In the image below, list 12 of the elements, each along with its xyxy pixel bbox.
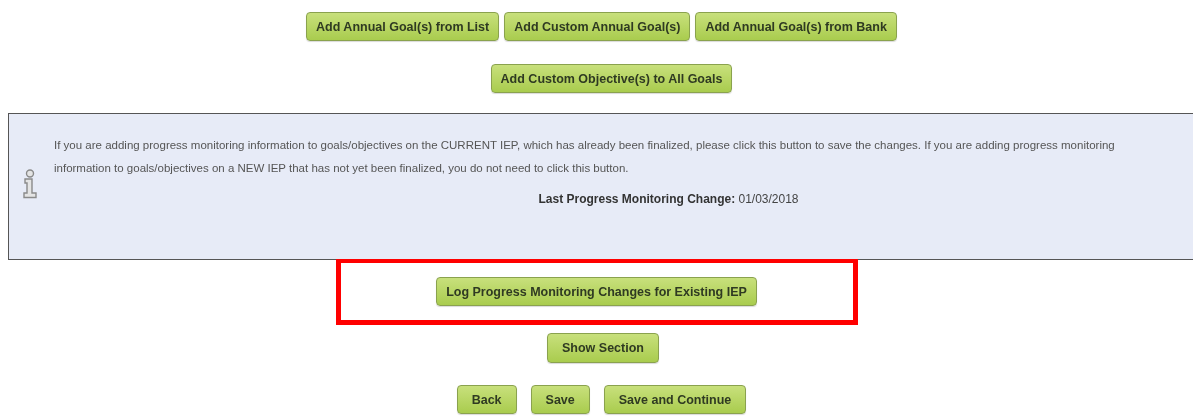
add-goal-button[interactable]: Add Annual Goal(s) from List	[306, 12, 500, 41]
info-message: If you are adding progress monitoring information to goals/objectives on the CURRENT IEP, which has already been finalized, please click this button to save the changes. If you are adding progress monitoring information to goals/objectives on a NEW IEP that has not yet been finalized, you do not need to click this button.	[54, 138, 1116, 176]
info-icon	[22, 169, 38, 199]
last-change-text: Last Progress Monitoring Change: 01/03/2018	[537, 192, 800, 206]
footer-button[interactable]: Save and Continue	[603, 385, 747, 414]
add-goal-button[interactable]: Add Custom Annual Goal(s)	[504, 12, 691, 41]
show-section-button[interactable]: Show Section	[547, 333, 659, 363]
footer-button[interactable]: Back	[456, 385, 517, 414]
add-goal-button[interactable]: Add Annual Goal(s) from Bank	[695, 12, 897, 41]
add-objective-button[interactable]: Add Custom Objective(s) to All Goals	[490, 64, 733, 93]
log-changes-button[interactable]: Log Progress Monitoring Changes for Existing IEP	[436, 277, 757, 306]
footer-button[interactable]: Save	[530, 385, 590, 414]
